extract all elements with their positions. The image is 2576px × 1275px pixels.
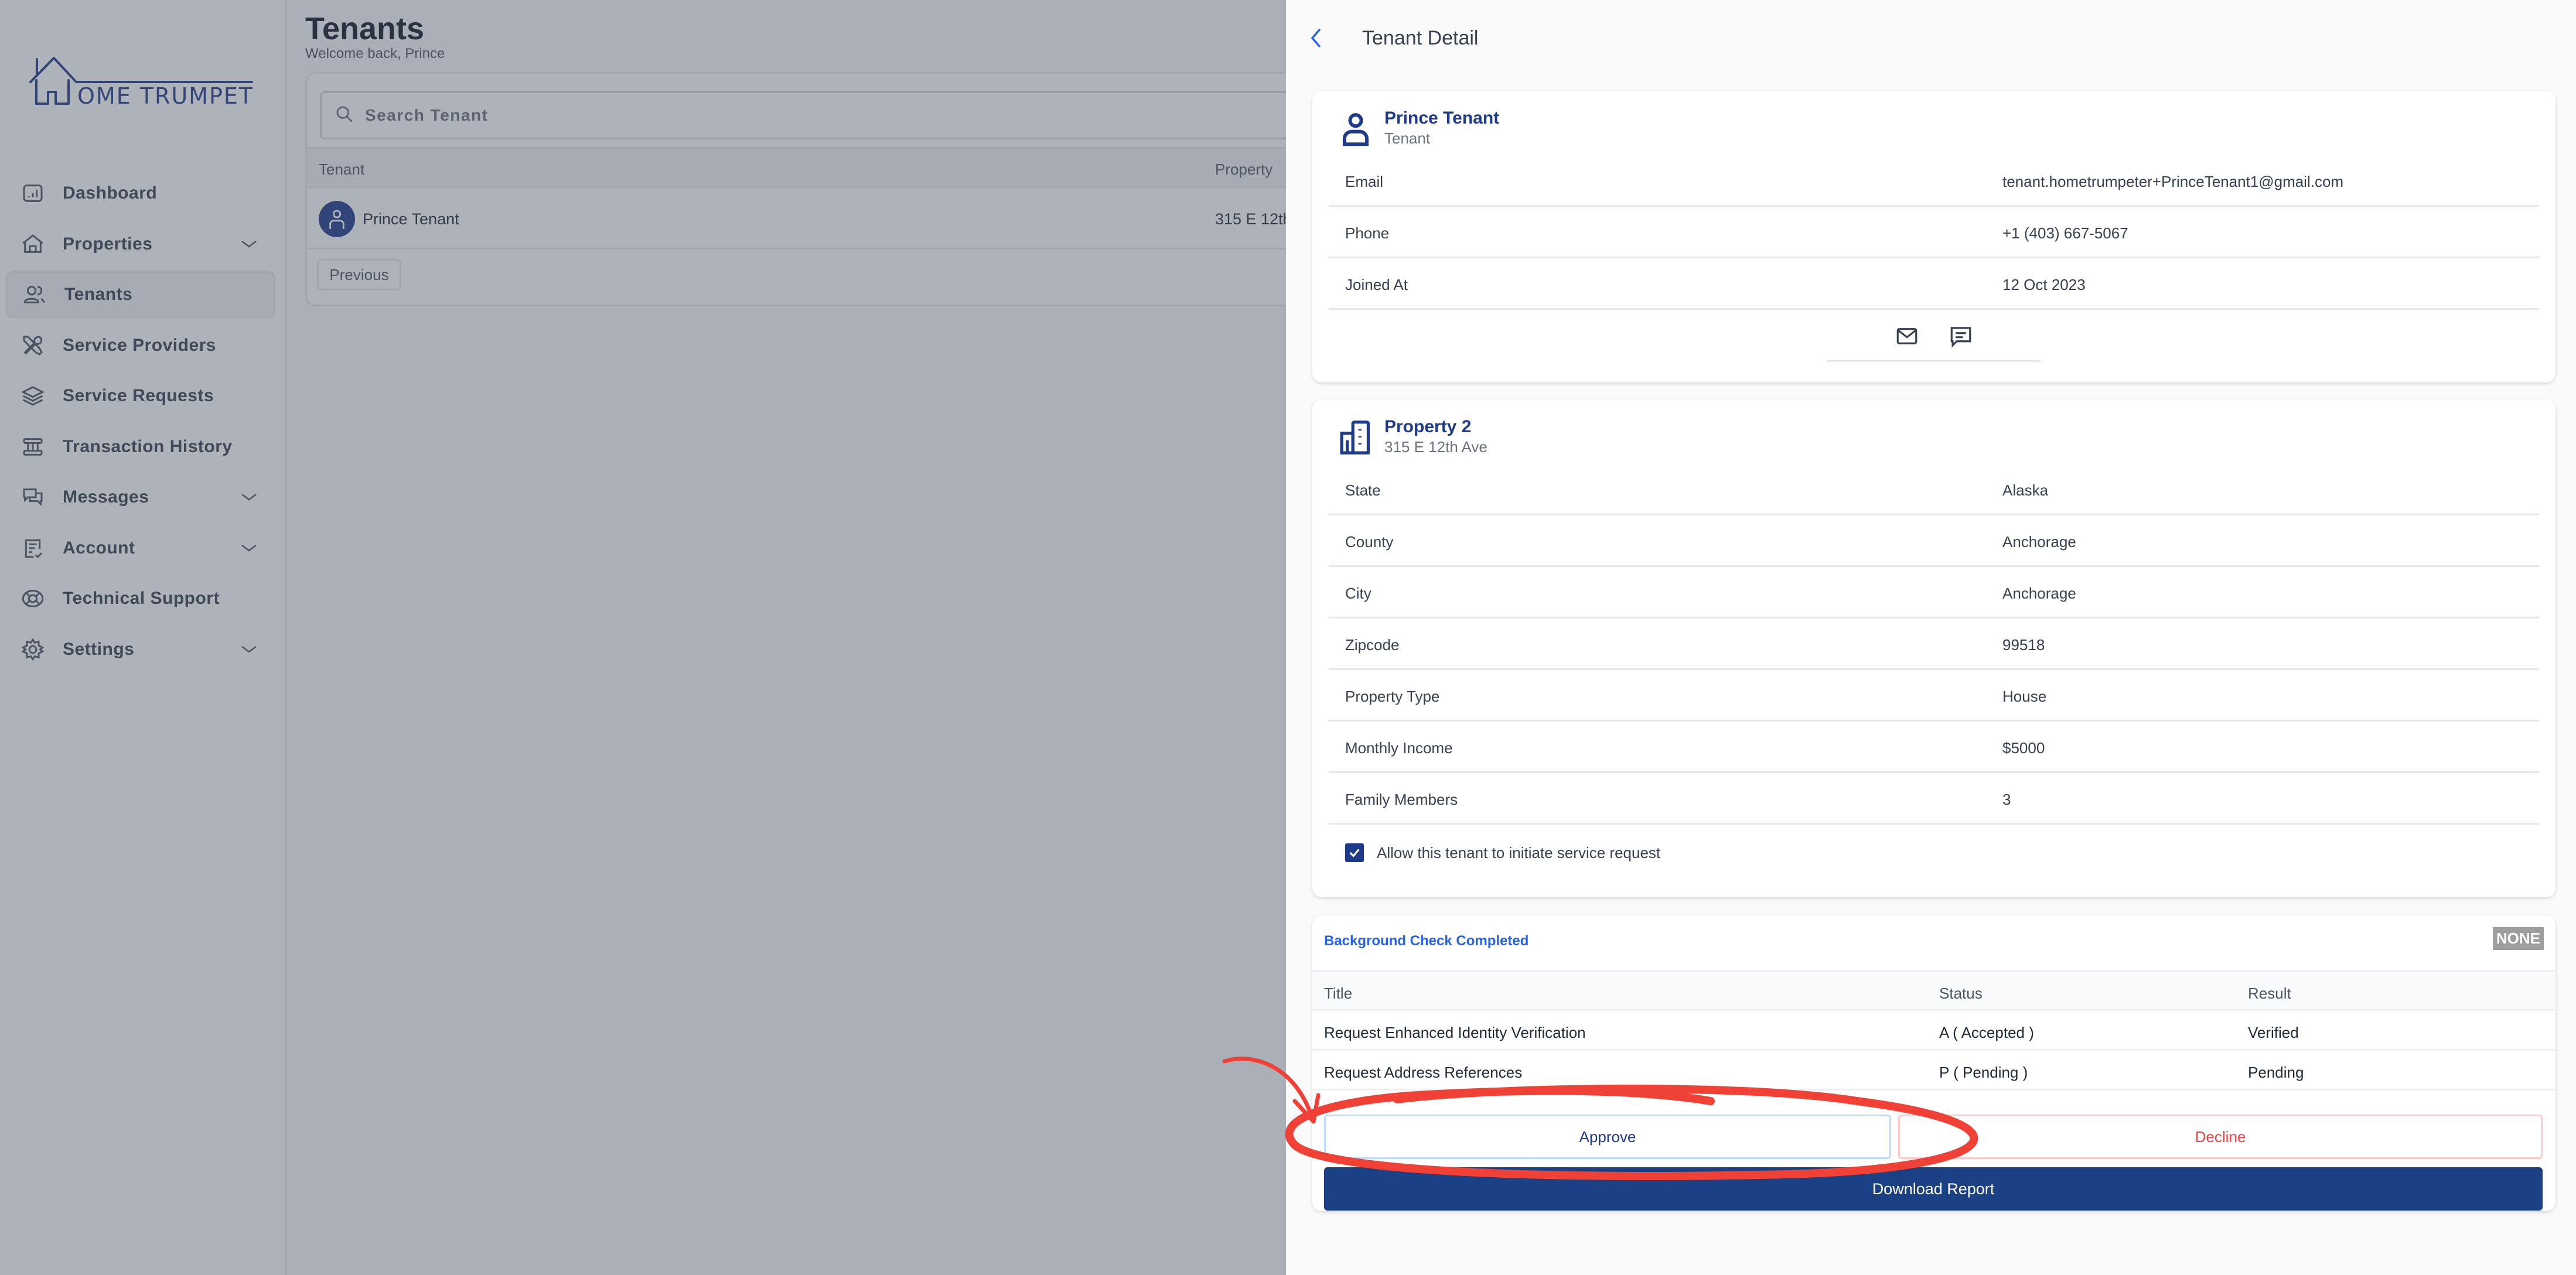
tenant-role: Tenant [1384, 129, 1431, 147]
modal-backdrop[interactable] [0, 0, 1286, 1275]
building-icon [1339, 419, 1373, 456]
field-value: +1 (403) 667-5067 [2002, 224, 2128, 242]
field-value: tenant.hometrumpeter+PrinceTenant1@gmail… [2002, 173, 2344, 190]
checkbox-label: Allow this tenant to initiate service re… [1377, 843, 1661, 862]
field-value: Anchorage [2002, 584, 2076, 602]
property-info-card: Property 2 315 E 12th Ave State Alaska C… [1312, 399, 2555, 897]
column-header-title: Title [1324, 985, 1353, 1002]
property-card-header: Property 2 315 E 12th Ave [1339, 417, 1487, 456]
field-label: Zipcode [1345, 636, 1400, 654]
approve-button[interactable]: Approve [1324, 1115, 1891, 1159]
mail-icon[interactable] [1895, 324, 1919, 348]
field-value: 99518 [2002, 636, 2045, 654]
background-check-title[interactable]: Background Check Completed [1324, 933, 1528, 949]
info-row-zipcode: Zipcode 99518 [1329, 618, 2539, 670]
contact-actions [1895, 324, 1973, 348]
background-check-table-header: Title Status Result [1312, 970, 2555, 1011]
field-value: Alaska [2002, 481, 2049, 499]
property-address: 315 E 12th Ave [1384, 438, 1487, 456]
allow-service-request-option[interactable]: Allow this tenant to initiate service re… [1345, 843, 1660, 862]
check-status: A ( Accepted ) [1939, 1024, 2034, 1041]
background-check-card: Background Check Completed NONE Title St… [1312, 915, 2555, 1211]
download-report-button[interactable]: Download Report [1324, 1167, 2543, 1211]
field-label: Family Members [1345, 791, 1458, 808]
info-row-county: County Anchorage [1329, 515, 2539, 567]
tenant-detail-drawer: Tenant Detail Prince Tenant Tenant Email… [1286, 0, 2576, 1275]
check-result: Verified [2248, 1024, 2299, 1041]
drawer-header: Tenant Detail [1309, 23, 1478, 53]
status-badge: NONE [2492, 927, 2544, 950]
info-row-city: City Anchorage [1329, 567, 2539, 618]
table-row: Request Address References P ( Pending )… [1312, 1051, 2555, 1091]
field-label: Phone [1345, 224, 1390, 242]
person-icon [1339, 111, 1373, 147]
property-name-heading: Property 2 [1384, 417, 1472, 436]
field-value: 12 Oct 2023 [2002, 276, 2086, 293]
field-label: County [1345, 533, 1394, 551]
decline-button[interactable]: Decline [1898, 1115, 2543, 1159]
field-label: Joined At [1345, 276, 1408, 293]
info-row-joined-at: Joined At 12 Oct 2023 [1329, 258, 2539, 310]
tenant-info-card: Prince Tenant Tenant Email tenant.hometr… [1312, 91, 2555, 382]
info-row-state: State Alaska [1329, 464, 2539, 515]
field-label: City [1345, 584, 1371, 602]
field-value: Anchorage [2002, 533, 2076, 551]
check-title: Request Enhanced Identity Verification [1324, 1024, 1586, 1041]
info-row-family-members: Family Members 3 [1329, 773, 2539, 825]
divider [1827, 360, 2041, 362]
field-value: $5000 [2002, 739, 2045, 757]
info-row-phone: Phone +1 (403) 667-5067 [1329, 207, 2539, 258]
allow-service-request-checkbox[interactable] [1345, 843, 1364, 862]
column-header-result: Result [2248, 985, 2291, 1002]
back-chevron-icon[interactable] [1309, 26, 1327, 50]
field-label: Email [1345, 173, 1384, 190]
check-title: Request Address References [1324, 1064, 1523, 1081]
check-result: Pending [2248, 1064, 2304, 1081]
info-row-property-type: Property Type House [1329, 670, 2539, 722]
field-label: State [1345, 481, 1381, 499]
info-row-monthly-income: Monthly Income $5000 [1329, 722, 2539, 773]
column-header-status: Status [1939, 985, 1983, 1002]
tenant-name-heading: Prince Tenant [1384, 108, 1500, 128]
field-value: House [2002, 688, 2047, 705]
drawer-title: Tenant Detail [1362, 26, 1479, 49]
field-label: Monthly Income [1345, 739, 1453, 757]
tenant-card-header: Prince Tenant Tenant [1339, 108, 1499, 148]
info-row-email: Email tenant.hometrumpeter+PrinceTenant1… [1329, 155, 2539, 207]
message-icon[interactable] [1949, 324, 1973, 348]
field-value: 3 [2002, 791, 2011, 808]
check-status: P ( Pending ) [1939, 1064, 2028, 1081]
table-row: Request Enhanced Identity Verification A… [1312, 1011, 2555, 1051]
field-label: Property Type [1345, 688, 1440, 705]
